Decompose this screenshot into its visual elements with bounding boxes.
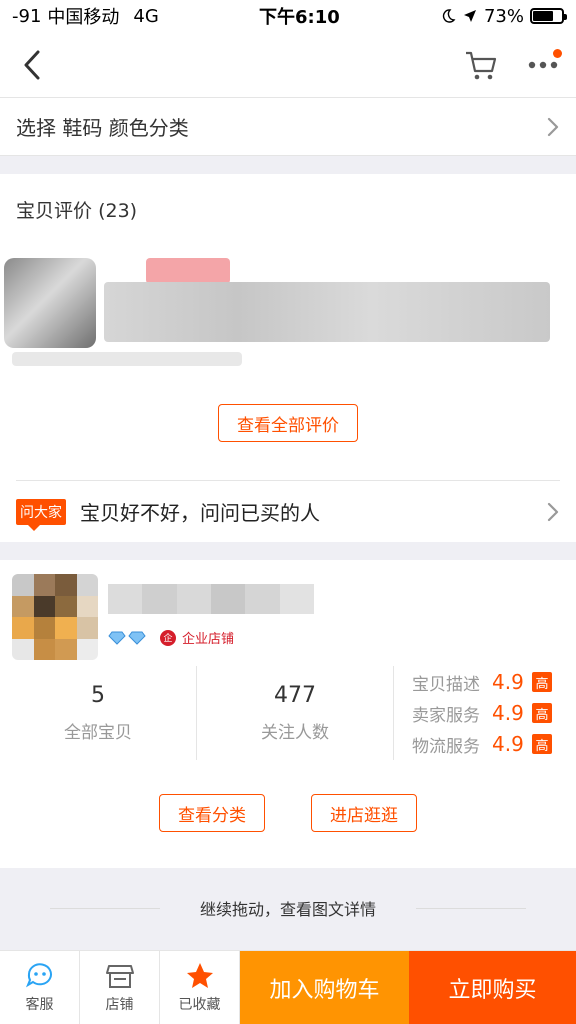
more-menu[interactable] (528, 49, 562, 74)
battery-percent: 73% (483, 5, 524, 27)
shop-ratings: 宝贝描述 4.9 高 卖家服务 4.9 高 物流服务 4.9 高 (394, 666, 576, 760)
stat-label: 全部宝贝 (64, 723, 132, 743)
customer-service-icon (25, 962, 52, 987)
divider-line (416, 907, 526, 909)
more-icon[interactable] (528, 60, 558, 70)
rating-row: 物流服务 4.9 高 (412, 732, 576, 757)
shop-badges: 企 企业店铺 (108, 628, 234, 647)
rating-tag: 高 (532, 734, 552, 754)
store-label: 店铺 (105, 996, 134, 1013)
review-text-blur (104, 282, 550, 342)
star-icon (186, 962, 213, 988)
rating-tag: 高 (532, 672, 552, 692)
nav-bar (0, 32, 576, 98)
ask-everyone-text: 宝贝好不好，问问已买的人 (80, 501, 320, 525)
sku-select-label: 选择 鞋码 颜色分类 (16, 116, 189, 140)
customer-service-label: 客服 (25, 996, 54, 1013)
review-avatar-blur (4, 258, 96, 348)
diamond-icon (128, 631, 146, 645)
review-title-text: 宝贝评价 (16, 200, 93, 222)
shop-stats: 5 全部宝贝 477 关注人数 宝贝描述 4.9 高 卖家服务 4.9 高 物流… (0, 666, 576, 760)
rating-label: 宝贝描述 (412, 674, 480, 695)
customer-service-tab[interactable]: 客服 (0, 951, 80, 1024)
stat-followers: 477 关注人数 (197, 666, 394, 760)
stat-value: 477 (274, 683, 316, 708)
rating-score: 4.9 (492, 670, 524, 694)
shop-avatar (12, 574, 98, 660)
sku-select-row[interactable]: 选择 鞋码 颜色分类 (0, 98, 576, 156)
see-all-wrap: 查看全部评价 (0, 404, 576, 442)
notification-dot (553, 49, 562, 58)
shop-name-blur (108, 584, 314, 614)
clock: 下午6:10 (259, 7, 340, 28)
ask-everyone-badge: 问大家 (16, 498, 66, 531)
moon-icon (442, 9, 456, 23)
shop-buttons: 查看分类 进店逛逛 (0, 794, 576, 832)
divider-line (49, 907, 160, 909)
review-meta-blur (12, 352, 242, 366)
enterprise-icon: 企 (160, 629, 176, 646)
store-tab[interactable]: 店铺 (80, 951, 160, 1024)
stat-all-items[interactable]: 5 全部宝贝 (0, 666, 197, 760)
continue-drag-hint: 继续拖动，查看图文详情 (0, 868, 576, 948)
diamond-icon (108, 631, 126, 645)
see-all-reviews-button[interactable]: 查看全部评价 (218, 404, 358, 442)
stat-label: 关注人数 (261, 723, 329, 743)
carrier-name: 中国移动 (47, 7, 120, 28)
view-category-button[interactable]: 查看分类 (159, 794, 265, 832)
ask-everyone-row[interactable]: 问大家 宝贝好不好，问问已买的人 (16, 480, 560, 542)
enter-shop-button[interactable]: 进店逛逛 (311, 794, 417, 832)
chevron-right-icon (547, 117, 559, 136)
rating-score: 4.9 (492, 732, 524, 756)
shop-header[interactable]: 企 企业店铺 (0, 560, 576, 664)
review-count: (23) (98, 200, 138, 222)
rating-row: 卖家服务 4.9 高 (412, 701, 576, 726)
review-title: 宝贝评价 (23) (16, 174, 560, 238)
continue-drag-text: 继续拖动，查看图文详情 (199, 900, 376, 919)
status-left: -91 中国移动 4G (12, 3, 159, 29)
location-arrow-icon (463, 10, 476, 22)
status-bar: -91 中国移动 4G 下午6:10 73% (0, 0, 576, 32)
stat-value: 5 (91, 683, 105, 708)
cart-icon[interactable] (464, 49, 498, 81)
bottom-action-bar: 客服 店铺 已收藏 加入购物车 立即购买 (0, 950, 576, 1024)
chevron-right-icon (547, 502, 559, 521)
signal-strength: -91 (12, 5, 42, 27)
rating-label: 物流服务 (412, 736, 480, 757)
nav-actions (464, 49, 562, 81)
rating-row: 宝贝描述 4.9 高 (412, 670, 576, 695)
rating-tag: 高 (532, 703, 552, 723)
battery-icon (529, 8, 567, 24)
ask-left: 问大家 宝贝好不好，问问已买的人 (16, 497, 320, 531)
enterprise-shop-badge: 企 企业店铺 (160, 628, 234, 647)
favorite-label: 已收藏 (178, 996, 221, 1013)
rating-score: 4.9 (492, 701, 524, 725)
enterprise-shop-label: 企业店铺 (182, 632, 235, 647)
shop-section: 企 企业店铺 5 全部宝贝 477 关注人数 宝贝描述 4.9 高 卖家服务 4… (0, 560, 576, 868)
add-to-cart-button[interactable]: 加入购物车 (240, 951, 409, 1024)
review-section: 宝贝评价 (23) 查看全部评价 问大家 宝贝好不好，问问已买的人 (0, 174, 576, 542)
store-icon (105, 964, 134, 988)
review-username-blur (146, 258, 230, 284)
favorite-tab[interactable]: 已收藏 (160, 951, 240, 1024)
diamond-rating (108, 631, 146, 645)
status-right: 73% (440, 5, 567, 27)
back-icon[interactable] (18, 48, 46, 82)
network-type: 4G (133, 5, 159, 27)
buy-now-button[interactable]: 立即购买 (409, 951, 576, 1024)
rating-label: 卖家服务 (412, 705, 480, 726)
